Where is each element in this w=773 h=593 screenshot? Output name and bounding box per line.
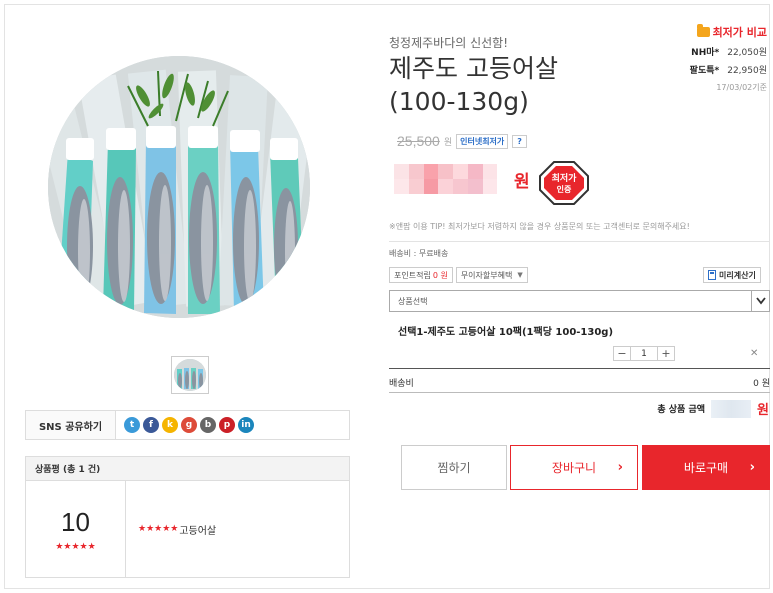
review-header: 상품평 (총 1 건) — [26, 457, 349, 481]
linkedin-icon[interactable]: in — [238, 417, 254, 433]
kakaostory-icon[interactable]: k — [162, 417, 178, 433]
band-icon[interactable]: b — [200, 417, 216, 433]
twitter-icon[interactable]: t — [124, 417, 140, 433]
cart-label: 장바구니 — [551, 461, 597, 475]
price-compare-label: 최저가 비교 — [712, 26, 767, 39]
compare-price: 22,950원 — [727, 66, 767, 76]
original-price-value: 25,500 — [397, 133, 440, 149]
quantity-value[interactable]: 1 — [630, 347, 658, 360]
point-row: 포인트적립 0 원 무이자할부혜택 ▼ — [389, 267, 528, 283]
product-title-line1: 제주도 고등어살 — [389, 54, 558, 83]
total-price-blurred — [711, 399, 752, 418]
chevron-right-icon: › — [749, 460, 755, 475]
divider — [389, 368, 770, 369]
original-price-unit: 원 — [443, 137, 453, 148]
point-value: 0 원 — [432, 270, 448, 280]
compare-price: 22,050원 — [727, 48, 767, 58]
calculator-icon — [708, 270, 716, 280]
remove-option-button[interactable]: ✕ — [750, 348, 758, 359]
total-unit: 원 — [757, 403, 769, 418]
calculator-label: 미리계산기 — [719, 270, 756, 280]
lowest-badge-line1: 최저가 — [552, 172, 578, 184]
review-item-text: 고등어살 — [179, 525, 217, 537]
price-compare-title[interactable]: 최저가 비교 — [657, 24, 767, 40]
sale-price-blurred — [394, 164, 512, 194]
product-photo — [48, 56, 310, 318]
product-subtitle: 청정제주바다의 신선함! — [389, 36, 509, 50]
review-score-stars: ★★★★★ — [55, 541, 96, 552]
usage-tip: ※앤팜 이용 TIP! 최저가보다 저렴하지 않을 경우 상품문의 또는 고객센… — [389, 222, 690, 231]
review-score-number: 10 — [61, 506, 90, 537]
folder-icon — [696, 24, 710, 37]
help-badge[interactable]: ? — [512, 134, 527, 148]
googleplus-icon[interactable]: g — [181, 417, 197, 433]
shipping-fee-label: 배송비 — [389, 379, 414, 389]
wishlist-button[interactable]: 찜하기 — [401, 445, 507, 490]
product-select-value: 상품선택 — [398, 296, 428, 306]
review-score: 10 ★★★★★ — [26, 481, 126, 577]
original-price: 25,500 원 인터넷최저가 ? — [397, 133, 527, 149]
installment-dropdown[interactable]: 무이자할부혜택 ▼ — [455, 267, 528, 283]
internet-lowest-badge: 인터넷최저가 — [456, 133, 509, 149]
lowest-price-certified-badge: 최저가 인증 — [538, 160, 590, 206]
total-price-row: 총 상품 금액 원 — [657, 399, 769, 418]
caret-down-icon: ▼ — [517, 271, 523, 279]
wishlist-label: 찜하기 — [437, 461, 471, 475]
review-item-stars: ★★★★★ — [138, 524, 179, 534]
compare-row: 팔도특* 22,950원 — [657, 63, 767, 76]
review-item[interactable]: ★★★★★ 고등어살 — [126, 481, 216, 577]
selected-option-name: 선택1-제주도 고등어살 10팩(1팩당 100-130g) — [398, 327, 614, 338]
compare-row: NH마* 22,050원 — [657, 45, 767, 58]
product-select[interactable]: 상품선택 — [389, 290, 770, 312]
lowest-badge-line2: 인증 — [557, 184, 572, 194]
compare-date: 17/03/02기준 — [716, 83, 767, 92]
compare-shop: NH마* — [691, 48, 720, 58]
sns-icon-list: t f k g b p in — [116, 417, 254, 433]
total-label: 총 상품 금액 — [657, 405, 706, 415]
compare-shop: 팔도특* — [689, 66, 720, 76]
shipping-fee-value: 0 원 — [753, 379, 770, 389]
product-title: 제주도 고등어살 (100-130g) — [389, 52, 589, 118]
chevron-down-icon — [751, 291, 769, 311]
add-to-cart-button[interactable]: 장바구니 › — [510, 445, 638, 490]
product-title-line2: (100-130g) — [389, 87, 529, 116]
point-accrual-button[interactable]: 포인트적립 0 원 — [389, 267, 453, 283]
point-label: 포인트적립 — [394, 270, 431, 280]
installment-label: 무이자할부혜택 — [460, 270, 513, 280]
facebook-icon[interactable]: f — [143, 417, 159, 433]
calculator-button[interactable]: 미리계산기 — [703, 267, 761, 283]
buy-now-button[interactable]: 바로구매 › — [642, 445, 770, 490]
thumbnail-photo — [174, 359, 206, 391]
sns-share-label: SNS 공유하기 — [26, 411, 116, 439]
pinterest-icon[interactable]: p — [219, 417, 235, 433]
quantity-stepper: − 1 + — [613, 346, 675, 361]
price-compare: 최저가 비교 NH마* 22,050원 팔도특* 22,950원 17/03/0… — [657, 24, 767, 93]
review-section: 상품평 (총 1 건) 10 ★★★★★ ★★★★★ 고등어살 — [25, 456, 350, 578]
sns-share: SNS 공유하기 t f k g b p in — [25, 410, 350, 440]
shipping-info: 배송비 : 무료배송 — [389, 249, 449, 258]
sale-price: 원 — [394, 164, 530, 194]
divider — [389, 392, 770, 393]
shipping-fee-row: 배송비 0 원 — [389, 376, 770, 389]
buy-label: 바로구매 — [683, 461, 729, 475]
chevron-right-icon: › — [617, 460, 623, 475]
quantity-minus-button[interactable]: − — [614, 347, 630, 360]
thumbnail-image[interactable] — [171, 356, 209, 394]
sale-price-unit: 원 — [514, 171, 530, 192]
quantity-plus-button[interactable]: + — [658, 347, 674, 360]
divider — [389, 241, 770, 242]
